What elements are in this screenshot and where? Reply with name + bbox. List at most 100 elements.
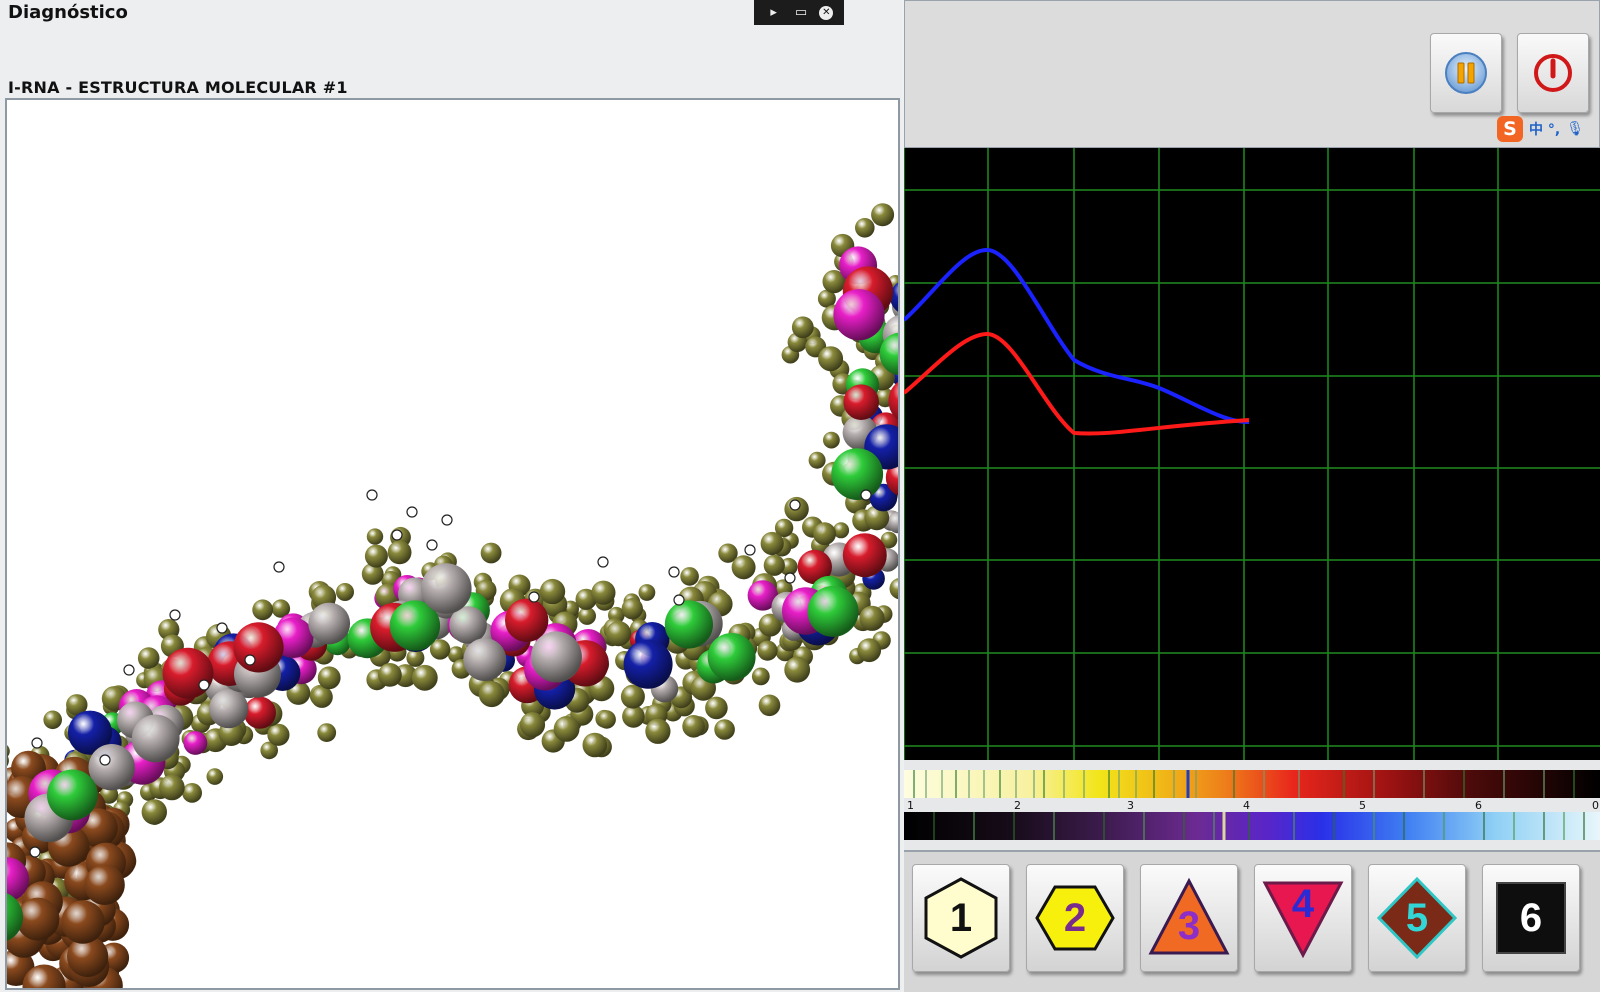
left-panel: Diagnóstico ▸ ▭ ✕ I-RNA - ESTRUCTURA MOL…: [0, 0, 902, 992]
marker-dot: [744, 544, 756, 556]
mode-button-6[interactable]: 6: [1482, 864, 1580, 972]
marker-dot: [784, 572, 796, 584]
microphone-icon[interactable]: 🎙: [1566, 121, 1584, 137]
mode-button-label: 4: [1292, 882, 1315, 926]
mode-button-label: 3: [1178, 904, 1200, 948]
atom-sphere: [731, 555, 756, 580]
atom-sphere: [505, 598, 549, 642]
atom-sphere: [889, 578, 898, 600]
marker-dot: [273, 561, 285, 573]
atom-sphere: [871, 203, 895, 227]
mode-button-4[interactable]: 4: [1254, 864, 1352, 972]
atom-sphere: [141, 799, 167, 825]
atom-sphere: [387, 540, 412, 565]
spectrum-tick-label: 3: [1127, 799, 1134, 812]
ime-mode-text[interactable]: 中 °,: [1529, 119, 1560, 139]
atom-sphere: [267, 723, 290, 746]
mode-button-label: 6: [1520, 896, 1542, 940]
marker-dot: [597, 556, 609, 568]
atom-sphere: [364, 544, 388, 568]
atom-sphere: [831, 448, 884, 500]
atom-sphere: [620, 684, 645, 709]
molecule-model-image: [7, 203, 898, 988]
mode-button-label: 2: [1064, 896, 1086, 940]
atom-sphere: [243, 696, 276, 729]
atom-sphere: [411, 664, 438, 691]
atom-sphere: [823, 431, 840, 449]
control-area: S 中 °, 🎙: [904, 0, 1600, 148]
mode-button-5[interactable]: 5: [1368, 864, 1466, 972]
mode-button-1[interactable]: 1: [912, 864, 1010, 972]
marker-dot: [99, 754, 111, 766]
marker-dot: [391, 529, 403, 541]
mode-button-2[interactable]: 2: [1026, 864, 1124, 972]
marker-dot: [673, 594, 685, 606]
marker-dot: [198, 679, 210, 691]
atom-sphere: [621, 598, 643, 620]
atom-sphere: [308, 602, 351, 645]
atom-sphere: [530, 631, 582, 683]
atom-sphere: [233, 622, 284, 673]
atom-sphere: [182, 783, 203, 803]
atom-sphere: [664, 600, 714, 649]
atom-sphere: [757, 640, 778, 661]
atom-sphere: [317, 666, 341, 690]
atom-sphere: [833, 289, 885, 341]
atom-sphere: [317, 723, 337, 742]
atom-sphere: [519, 712, 546, 738]
app-title: Diagnóstico: [8, 2, 128, 23]
atom-sphere: [680, 567, 699, 586]
marker-dot: [123, 664, 135, 676]
atom-sphere: [366, 528, 384, 545]
spectrum-bar-warm: [904, 770, 1600, 798]
series-line-blue: [902, 248, 1250, 425]
atom-sphere: [859, 605, 885, 631]
atom-sphere: [751, 667, 770, 686]
right-panel: S 中 °, 🎙 1 2 3 4 5 6 0 1 2 3 4 5 6: [902, 0, 1600, 992]
atom-sphere: [784, 656, 811, 683]
app-window: Diagnóstico ▸ ▭ ✕ I-RNA - ESTRUCTURA MOL…: [0, 0, 1600, 992]
mode-button-label: 5: [1406, 896, 1428, 940]
pause-button[interactable]: [1430, 33, 1502, 113]
spectrum-tick-label: 0: [1592, 799, 1599, 812]
triangle-up-icon: 3: [1148, 877, 1230, 955]
atom-sphere: [714, 719, 735, 740]
atom-sphere: [553, 716, 580, 742]
screen-icon[interactable]: ▭: [792, 4, 810, 22]
atom-sphere: [206, 768, 224, 785]
molecule-viewer[interactable]: [5, 98, 900, 990]
marker-dot: [789, 499, 801, 511]
atom-sphere: [813, 522, 836, 546]
atom-sphere: [606, 621, 632, 647]
atom-sphere: [183, 731, 208, 755]
cursor-icon[interactable]: ▸: [765, 4, 783, 22]
ime-logo[interactable]: S: [1497, 116, 1523, 142]
marker-dot: [668, 566, 680, 578]
atom-sphere: [162, 647, 214, 699]
spectrum-tick-label: 1: [907, 799, 914, 812]
marker-dot: [29, 846, 41, 858]
ime-toolbar[interactable]: S 中 °, 🎙: [1497, 114, 1597, 144]
square-icon: 6: [1496, 882, 1566, 954]
close-icon[interactable]: ✕: [819, 5, 834, 20]
atom-sphere: [843, 384, 879, 421]
marker-dot: [406, 506, 418, 518]
atom-sphere: [857, 638, 882, 663]
pause-icon: [1445, 52, 1487, 94]
atom-sphere: [623, 639, 673, 689]
atom-sphere: [252, 599, 274, 621]
atom-sphere: [539, 578, 566, 605]
marker-dot: [169, 609, 181, 621]
mode-button-3[interactable]: 3: [1140, 864, 1238, 972]
atom-sphere: [807, 585, 859, 637]
atom-sphere: [645, 718, 671, 744]
section-title: I-RNA - ESTRUCTURA MOLECULAR #1: [8, 78, 348, 97]
atom-sphere: [760, 531, 784, 556]
power-button[interactable]: [1517, 33, 1589, 113]
atom-sphere: [88, 744, 135, 791]
atom-sphere: [705, 696, 728, 720]
diamond-icon: 5: [1376, 876, 1458, 960]
atom-sphere: [209, 689, 249, 729]
atom-sphere: [818, 346, 844, 372]
atom-sphere: [763, 554, 785, 576]
